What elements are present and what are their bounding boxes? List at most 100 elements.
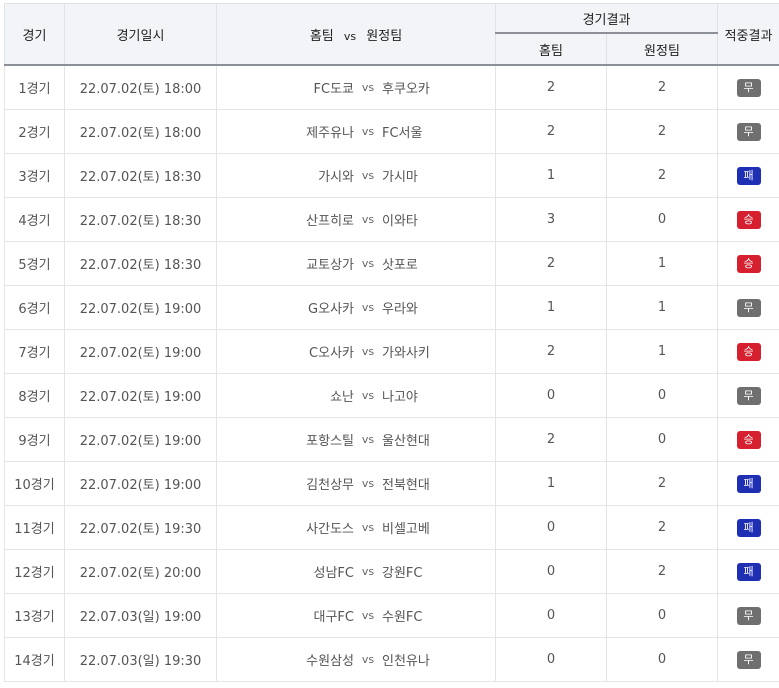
col-header-result: 경기결과 — [496, 4, 718, 34]
home-score: 1 — [496, 286, 607, 330]
result-badge: 패 — [737, 563, 761, 581]
game-number: 10경기 — [5, 462, 65, 506]
game-number: 8경기 — [5, 374, 65, 418]
away-score: 0 — [607, 638, 718, 682]
match-results-table: 경기 경기일시 홈팀 vs 원정팀 경기결과 적중결과 홈팀 원정팀 1경기22… — [4, 3, 779, 682]
prediction-result: 무 — [718, 110, 779, 154]
away-score: 2 — [607, 462, 718, 506]
col-header-result-away: 원정팀 — [607, 33, 718, 65]
match-datetime: 22.07.02(토) 18:30 — [65, 198, 217, 242]
game-number: 7경기 — [5, 330, 65, 374]
table-row: 14경기22.07.03(일) 19:30수원삼성vs인천유나00무 — [5, 638, 779, 682]
home-score: 3 — [496, 198, 607, 242]
table-row: 1경기22.07.02(토) 18:00FC도쿄vs후쿠오카22무 — [5, 65, 779, 110]
col-header-prediction: 적중결과 — [718, 4, 779, 66]
match-teams: 대구FCvs수원FC — [217, 594, 496, 638]
game-number: 12경기 — [5, 550, 65, 594]
home-team: C오사카 — [217, 342, 354, 361]
col-header-result-home: 홈팀 — [496, 33, 607, 65]
away-score: 0 — [607, 594, 718, 638]
table-header: 경기 경기일시 홈팀 vs 원정팀 경기결과 적중결과 홈팀 원정팀 — [5, 4, 779, 66]
match-datetime: 22.07.02(토) 19:00 — [65, 462, 217, 506]
game-number: 11경기 — [5, 506, 65, 550]
home-team: G오사카 — [217, 298, 354, 317]
match-datetime: 22.07.02(토) 19:00 — [65, 330, 217, 374]
away-team: 삿포로 — [382, 254, 495, 273]
away-score: 2 — [607, 154, 718, 198]
table-row: 4경기22.07.02(토) 18:30산프히로vs이와타30승 — [5, 198, 779, 242]
home-team: 대구FC — [217, 606, 354, 625]
table-row: 2경기22.07.02(토) 18:00제주유나vsFC서울22무 — [5, 110, 779, 154]
match-datetime: 22.07.02(토) 19:00 — [65, 374, 217, 418]
vs-label: vs — [354, 345, 382, 358]
away-team: FC서울 — [382, 122, 495, 141]
prediction-result: 승 — [718, 198, 779, 242]
result-badge: 무 — [737, 299, 761, 317]
away-score: 0 — [607, 374, 718, 418]
away-score: 1 — [607, 330, 718, 374]
away-team: 인천유나 — [382, 650, 495, 669]
result-badge: 패 — [737, 475, 761, 493]
prediction-result: 무 — [718, 638, 779, 682]
result-badge: 패 — [737, 167, 761, 185]
table-row: 9경기22.07.02(토) 19:00포항스틸vs울산현대20승 — [5, 418, 779, 462]
result-badge: 승 — [737, 343, 761, 361]
match-teams: C오사카vs가와사키 — [217, 330, 496, 374]
away-team: 울산현대 — [382, 430, 495, 449]
prediction-result: 무 — [718, 65, 779, 110]
home-team: FC도쿄 — [217, 78, 354, 97]
vs-label: vs — [354, 653, 382, 666]
away-score: 2 — [607, 110, 718, 154]
home-score: 0 — [496, 506, 607, 550]
result-badge: 승 — [737, 211, 761, 229]
result-badge: 무 — [737, 79, 761, 97]
home-team: 성남FC — [217, 562, 354, 581]
game-number: 2경기 — [5, 110, 65, 154]
home-score: 0 — [496, 550, 607, 594]
match-datetime: 22.07.03(일) 19:00 — [65, 594, 217, 638]
col-header-teams: 홈팀 vs 원정팀 — [217, 4, 496, 66]
home-score: 2 — [496, 242, 607, 286]
home-team: 가시와 — [217, 166, 354, 185]
prediction-result: 패 — [718, 550, 779, 594]
prediction-result: 패 — [718, 506, 779, 550]
table-row: 12경기22.07.02(토) 20:00성남FCvs강원FC02패 — [5, 550, 779, 594]
game-number: 14경기 — [5, 638, 65, 682]
result-badge: 승 — [737, 431, 761, 449]
away-team: 비셀고베 — [382, 518, 495, 537]
away-team: 전북현대 — [382, 474, 495, 493]
game-number: 4경기 — [5, 198, 65, 242]
away-team: 우라와 — [382, 298, 495, 317]
home-team: 쇼난 — [217, 386, 354, 405]
vs-label: vs — [354, 389, 382, 402]
col-header-away-team: 원정팀 — [366, 29, 402, 44]
prediction-result: 패 — [718, 462, 779, 506]
game-number: 9경기 — [5, 418, 65, 462]
table-row: 3경기22.07.02(토) 18:30가시와vs가시마12패 — [5, 154, 779, 198]
away-score: 0 — [607, 418, 718, 462]
match-datetime: 22.07.02(토) 18:00 — [65, 110, 217, 154]
home-team: 김천상무 — [217, 474, 354, 493]
col-header-game: 경기 — [5, 4, 65, 66]
away-team: 나고야 — [382, 386, 495, 405]
away-team: 수원FC — [382, 606, 495, 625]
match-teams: 쇼난vs나고야 — [217, 374, 496, 418]
prediction-result: 승 — [718, 418, 779, 462]
table-row: 8경기22.07.02(토) 19:00쇼난vs나고야00무 — [5, 374, 779, 418]
home-score: 1 — [496, 154, 607, 198]
match-teams: 포항스틸vs울산현대 — [217, 418, 496, 462]
match-datetime: 22.07.02(토) 19:00 — [65, 418, 217, 462]
vs-label: vs — [354, 257, 382, 270]
match-teams: 김천상무vs전북현대 — [217, 462, 496, 506]
away-score: 0 — [607, 198, 718, 242]
table-body: 1경기22.07.02(토) 18:00FC도쿄vs후쿠오카22무2경기22.0… — [5, 65, 779, 682]
home-team: 교토상가 — [217, 254, 354, 273]
match-teams: 제주유나vsFC서울 — [217, 110, 496, 154]
match-datetime: 22.07.02(토) 20:00 — [65, 550, 217, 594]
vs-label: vs — [354, 81, 382, 94]
match-teams: 사간도스vs비셀고베 — [217, 506, 496, 550]
match-datetime: 22.07.03(일) 19:30 — [65, 638, 217, 682]
match-teams: 교토상가vs삿포로 — [217, 242, 496, 286]
away-score: 2 — [607, 65, 718, 110]
away-team: 이와타 — [382, 210, 495, 229]
